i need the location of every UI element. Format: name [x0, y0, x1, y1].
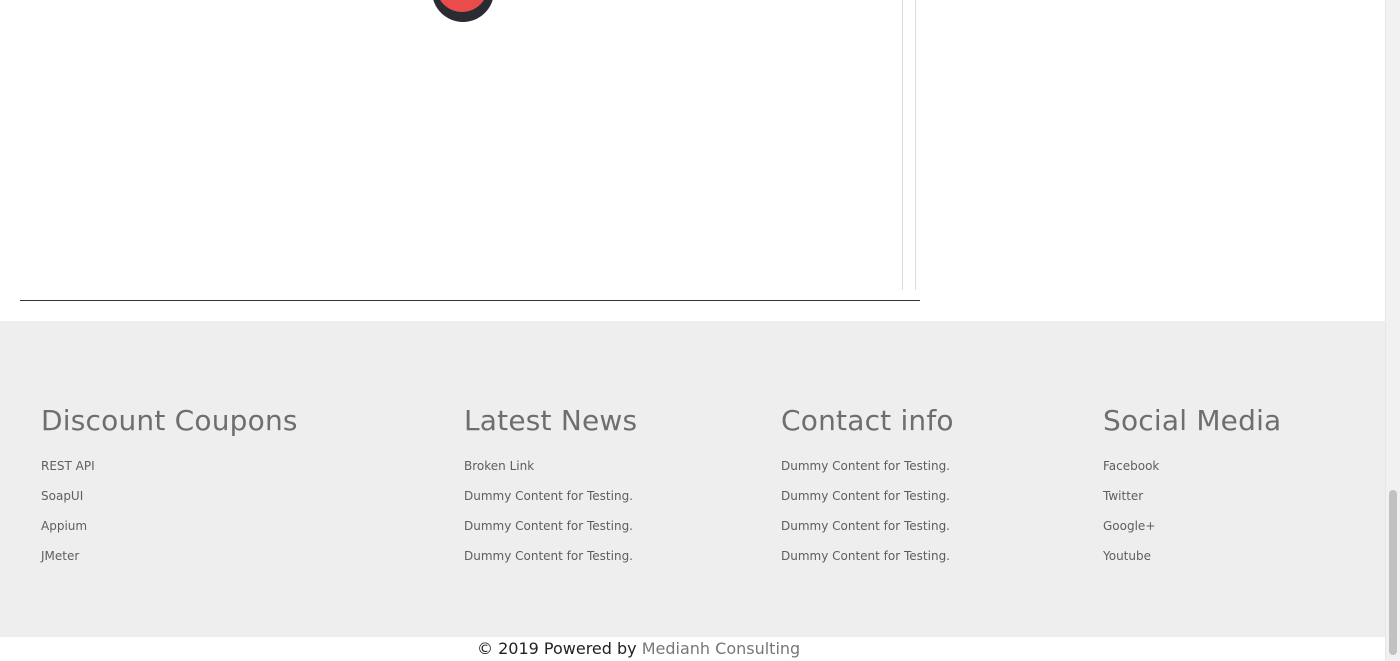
list-item: Dummy Content for Testing.	[781, 481, 954, 511]
footer-link-dummy[interactable]: Dummy Content for Testing.	[781, 459, 950, 473]
list-item: Facebook	[1103, 451, 1281, 481]
footer: Discount Coupons REST API SoapUI Appium …	[0, 321, 1385, 637]
footer-column-social-media: Social Media Facebook Twitter Google+ Yo…	[1103, 403, 1281, 571]
frame-scrollbar[interactable]	[902, 0, 916, 290]
footer-column-contact-info: Contact info Dummy Content for Testing. …	[781, 403, 954, 571]
footer-link-list: Broken Link Dummy Content for Testing. D…	[464, 451, 637, 571]
list-item: Dummy Content for Testing.	[464, 481, 637, 511]
list-item: Twitter	[1103, 481, 1281, 511]
page: Discount Coupons REST API SoapUI Appium …	[0, 0, 1400, 661]
list-item: Appium	[41, 511, 298, 541]
copyright-prefix: © 2019 Powered by	[477, 639, 637, 658]
footer-link-jmeter[interactable]: JMeter	[41, 549, 79, 563]
footer-link-list: REST API SoapUI Appium JMeter	[41, 451, 298, 571]
footer-heading: Contact info	[781, 404, 954, 437]
footer-link-dummy[interactable]: Dummy Content for Testing.	[464, 519, 633, 533]
footer-link-dummy[interactable]: Dummy Content for Testing.	[781, 549, 950, 563]
footer-link-twitter[interactable]: Twitter	[1103, 489, 1143, 503]
footer-link-youtube[interactable]: Youtube	[1103, 549, 1151, 563]
logo-icon	[432, 0, 494, 22]
footer-link-dummy[interactable]: Dummy Content for Testing.	[781, 519, 950, 533]
logo-red-circle	[436, 0, 488, 12]
footer-link-google-plus[interactable]: Google+	[1103, 519, 1155, 533]
list-item: Dummy Content for Testing.	[781, 451, 954, 481]
scrollbar-thumb[interactable]	[1389, 490, 1397, 655]
footer-link-appium[interactable]: Appium	[41, 519, 87, 533]
footer-heading: Social Media	[1103, 404, 1282, 437]
company-link[interactable]: Medianh Consulting	[642, 639, 800, 658]
footer-link-broken-link[interactable]: Broken Link	[464, 459, 534, 473]
footer-link-rest-api[interactable]: REST API	[41, 459, 95, 473]
footer-link-dummy[interactable]: Dummy Content for Testing.	[464, 489, 633, 503]
divider	[20, 300, 920, 301]
footer-link-dummy[interactable]: Dummy Content for Testing.	[464, 549, 633, 563]
list-item: Broken Link	[464, 451, 637, 481]
footer-link-facebook[interactable]: Facebook	[1103, 459, 1159, 473]
copyright-text: © 2019 Powered by Medianh Consulting	[477, 637, 800, 661]
footer-column-latest-news: Latest News Broken Link Dummy Content fo…	[464, 403, 637, 571]
list-item: Dummy Content for Testing.	[781, 541, 954, 571]
list-item: Dummy Content for Testing.	[464, 511, 637, 541]
footer-heading: Discount Coupons	[41, 404, 298, 437]
footer-link-dummy[interactable]: Dummy Content for Testing.	[781, 489, 950, 503]
list-item: Youtube	[1103, 541, 1281, 571]
footer-link-soapui[interactable]: SoapUI	[41, 489, 83, 503]
footer-column-discount-coupons: Discount Coupons REST API SoapUI Appium …	[41, 403, 298, 571]
embedded-frame	[0, 0, 916, 290]
list-item: SoapUI	[41, 481, 298, 511]
list-item: JMeter	[41, 541, 298, 571]
list-item: REST API	[41, 451, 298, 481]
list-item: Google+	[1103, 511, 1281, 541]
page-scrollbar[interactable]	[1385, 0, 1400, 661]
footer-link-list: Dummy Content for Testing. Dummy Content…	[781, 451, 954, 571]
list-item: Dummy Content for Testing.	[464, 541, 637, 571]
list-item: Dummy Content for Testing.	[781, 511, 954, 541]
footer-heading: Latest News	[464, 404, 638, 437]
footer-link-list: Facebook Twitter Google+ Youtube	[1103, 451, 1281, 571]
